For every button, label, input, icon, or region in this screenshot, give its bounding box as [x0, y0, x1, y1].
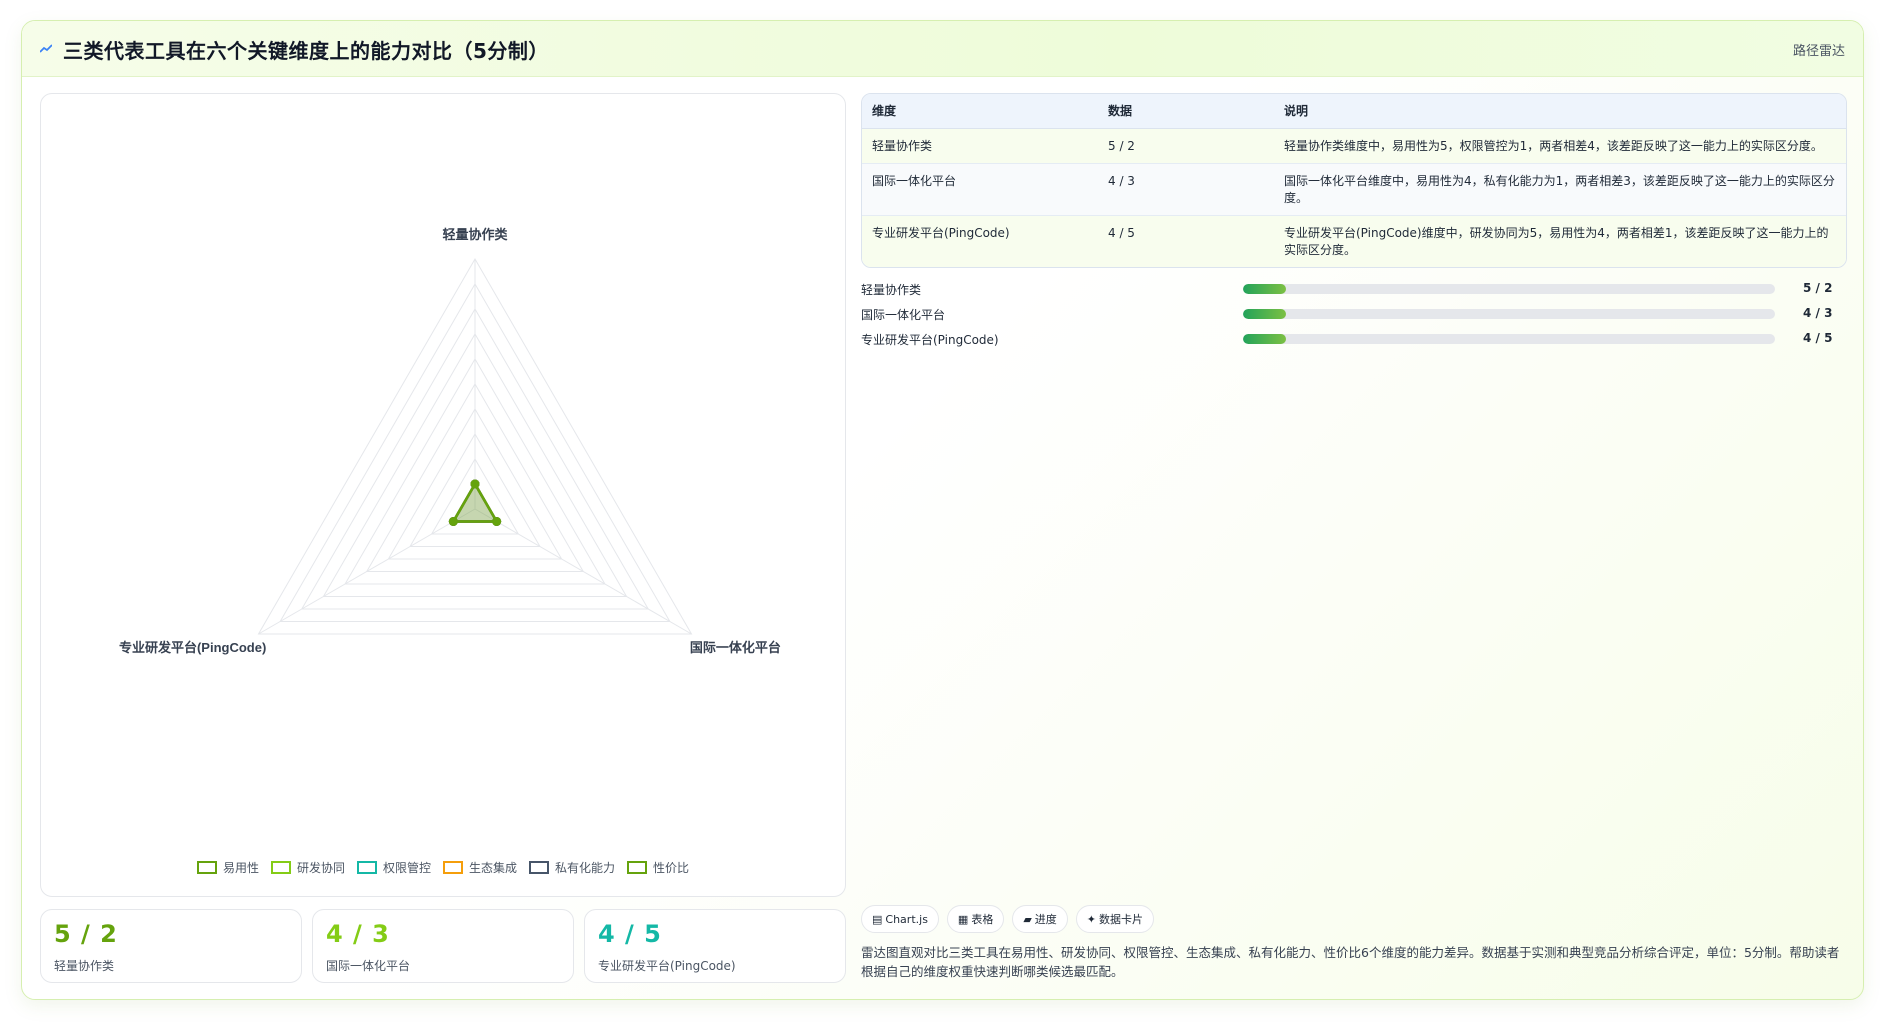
radar-series [448, 479, 502, 526]
stat-value: 4 / 3 [326, 920, 390, 948]
table-cell: 轻量协作类维度中，易用性为5，权限管控为1，两者相差4，该差距反映了这一能力上的… [1274, 128, 1846, 164]
stat-card: 5 / 2 轻量协作类 [40, 909, 302, 983]
progress-icon: ▰ [1023, 912, 1032, 926]
stat-value: 5 / 2 [54, 920, 118, 948]
table-header-row: 维度 数据 说明 [862, 94, 1846, 129]
chart-card: 三类代表工具在六个关键维度上的能力对比（5分制） 路径雷达 轻量协作类 国际一体化… [21, 20, 1864, 1000]
stat-label: 专业研发平台(PingCode) [598, 959, 736, 973]
page-title: 三类代表工具在六个关键维度上的能力对比（5分制） [63, 39, 549, 63]
table-row: 轻量协作类 5 / 2 轻量协作类维度中，易用性为5，权限管控为1，两者相差4，该差… [862, 128, 1846, 164]
stat-card: 4 / 5 专业研发平台(PingCode) [584, 909, 846, 983]
radar-data-point[interactable] [492, 517, 502, 526]
legend-item[interactable]: 易用性 [196, 859, 259, 876]
stat-value: 4 / 5 [598, 920, 662, 948]
legend-swatch [443, 861, 463, 874]
table-cell: 专业研发平台(PingCode) [862, 215, 1098, 267]
legend-swatch [356, 861, 377, 874]
header-tag: 路径雷达 [1792, 44, 1845, 59]
view-chip[interactable]: ▦ 表格 [946, 905, 1005, 933]
radar-grid [257, 257, 693, 635]
progress-label: 专业研发平台(PingCode) [861, 333, 999, 347]
stat-card: 4 / 3 国际一体化平台 [312, 909, 574, 983]
legend-item[interactable]: 权限管控 [356, 859, 431, 876]
legend-label: 性价比 [653, 861, 690, 875]
legend-swatch [529, 861, 550, 874]
progress-row: 轻量协作类 5 / 2 [861, 279, 1847, 304]
legend-label: 私有化能力 [555, 861, 616, 875]
table-row: 国际一体化平台 4 / 3 国际一体化平台维度中，易用性为4，私有化能力为1，两者相… [862, 163, 1846, 216]
progress-value: 4 / 5 [1803, 331, 1833, 345]
legend-item[interactable]: 研发协同 [270, 859, 345, 876]
view-chip[interactable]: ▤ Chart.js [861, 905, 939, 933]
progress-track [1243, 334, 1775, 344]
table-cell: 4 / 3 [1098, 163, 1274, 216]
table-cell: 5 / 2 [1098, 128, 1274, 164]
legend-item[interactable]: 性价比 [627, 859, 689, 876]
chart-line-icon [40, 44, 52, 53]
legend-label: 权限管控 [382, 861, 431, 875]
progress-list: 轻量协作类 5 / 2 国际一体化平台 4 / 3 专业研发平台(PingCode) 4 … [861, 279, 1847, 354]
legend-item[interactable]: 私有化能力 [529, 859, 615, 876]
table-header-cell[interactable]: 维度 [862, 94, 1098, 129]
table-cell: 专业研发平台(PingCode)维度中，研发协同为5，易用性为4，两者相差1，该… [1274, 215, 1846, 267]
legend-swatch [627, 861, 648, 874]
legend-label: 研发协同 [296, 861, 345, 875]
legend-label: 易用性 [222, 861, 259, 875]
stat-label: 轻量协作类 [54, 959, 115, 973]
chip-label: 表格 [971, 913, 994, 926]
chip-label: 数据卡片 [1099, 913, 1144, 926]
table-row: 专业研发平台(PingCode) 4 / 5 专业研发平台(PingCode)维度中… [862, 215, 1846, 267]
card-header: 三类代表工具在六个关键维度上的能力对比（5分制） 路径雷达 [22, 21, 1863, 77]
chart-description: 雷达图直观对比三类工具在易用性、研发协同、权限管控、生态集成、私有化能力、性价比… [861, 945, 1840, 979]
radar-axis-label: 国际一体化平台 [690, 640, 781, 655]
stat-cards: 5 / 2 轻量协作类 4 / 3 国际一体化平台 4 / 5 专业研发平台(PingCo… [40, 909, 866, 983]
progress-fill [1243, 309, 1286, 319]
radar-chart: 轻量协作类国际一体化平台 专业研发平台(PingCode) [119, 227, 781, 655]
view-chip[interactable]: ▰ 进度 [1012, 905, 1068, 933]
radar-data-point[interactable] [448, 517, 458, 526]
progress-track [1243, 284, 1775, 294]
table-cell: 轻量协作类 [862, 128, 1098, 164]
radar-chart-panel: 轻量协作类国际一体化平台 专业研发平台(PingCode) 易用性 研发协同 权限管控… [40, 93, 846, 897]
table-header-cell[interactable]: 数据 [1098, 94, 1274, 129]
legend-swatch [196, 861, 217, 874]
table-cell: 国际一体化平台 [862, 163, 1098, 216]
table-cell: 4 / 5 [1098, 215, 1274, 267]
legend-swatch [270, 861, 291, 874]
progress-track [1243, 309, 1775, 319]
chart-icon: ▤ [872, 912, 883, 926]
progress-row: 国际一体化平台 4 / 3 [861, 304, 1847, 329]
radar-data-point[interactable] [470, 479, 480, 489]
progress-label: 轻量协作类 [861, 283, 922, 297]
progress-value: 4 / 3 [1803, 306, 1833, 320]
chip-label: 进度 [1034, 913, 1057, 926]
chart-legend: 易用性 研发协同 权限管控 生态集成 私有化能力 性价比 [41, 859, 845, 876]
progress-value: 5 / 2 [1803, 281, 1833, 295]
progress-row: 专业研发平台(PingCode) 4 / 5 [861, 329, 1847, 354]
progress-fill [1243, 284, 1286, 294]
table-cell: 国际一体化平台维度中，易用性为4，私有化能力为1，两者相差3，该差距反映了这一能… [1274, 163, 1846, 216]
chip-label: Chart.js [885, 912, 928, 926]
radar-axis-label: 专业研发平台(PingCode) [119, 640, 266, 655]
progress-label: 国际一体化平台 [861, 308, 946, 322]
view-chips: ▤ Chart.js ▦ 表格 ▰ 进度 ✦ 数据卡片 [861, 905, 1155, 933]
table-header-cell[interactable]: 说明 [1274, 94, 1846, 129]
data-table: 维度 数据 说明 轻量协作类 5 / 2 轻量协作类维度中，易用性为5，权限管控为1，两… [861, 93, 1847, 268]
legend-label: 生态集成 [469, 861, 518, 875]
stat-label: 国际一体化平台 [326, 959, 411, 973]
table-icon: ▦ [957, 912, 969, 926]
legend-item[interactable]: 生态集成 [443, 859, 517, 876]
radar-axis-label: 轻量协作类 [442, 227, 508, 242]
view-chip[interactable]: ✦ 数据卡片 [1075, 905, 1155, 933]
radar-series-polygon [451, 481, 499, 523]
sparkle-icon: ✦ [1086, 912, 1097, 926]
progress-fill [1243, 334, 1286, 344]
